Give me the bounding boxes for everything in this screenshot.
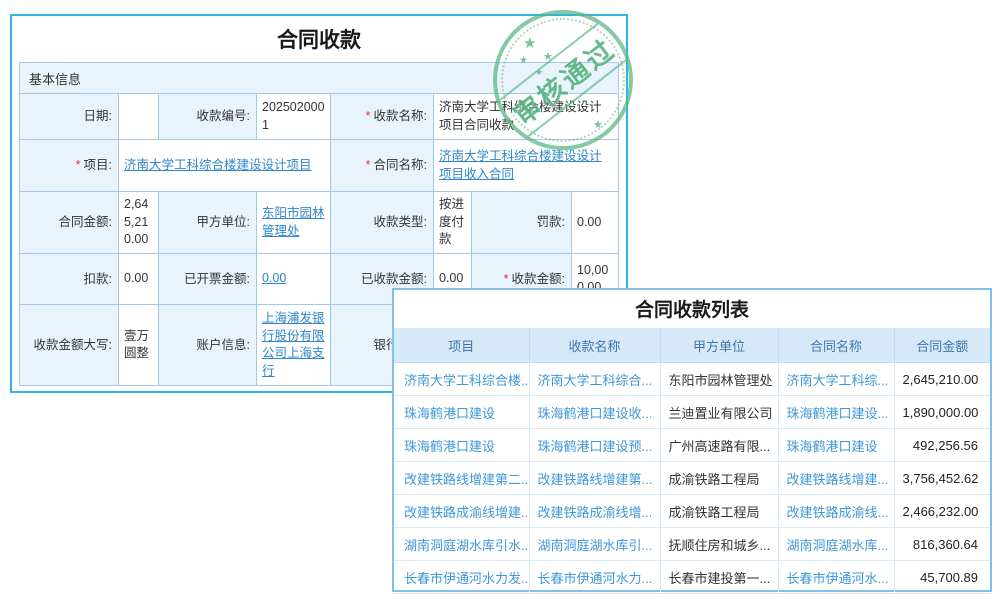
column-header: 项目: [394, 328, 529, 363]
invoiced-amount-link[interactable]: 0.00: [262, 270, 286, 288]
receipt-name-label: *收款名称:: [331, 94, 433, 139]
receipt-type-value: 按进度付款: [434, 192, 471, 253]
contract-amount-value: 2,645,210.00: [119, 192, 158, 253]
table-cell: 成渝铁路工程局: [660, 495, 778, 528]
column-header: 合同金额: [894, 328, 990, 363]
party-a-link[interactable]: 东阳市园林管理处: [262, 205, 325, 240]
table-row: 改建铁路成渝线增建...改建铁路成渝线增...成渝铁路工程局改建铁路成渝线...…: [394, 495, 990, 528]
table-cell: 45,700.89: [894, 561, 990, 594]
form-title: 合同收款: [12, 16, 626, 62]
deduction-value: 0.00: [119, 254, 158, 304]
table-cell-link[interactable]: 济南大学工科综合...: [529, 363, 660, 396]
table-row: 济南大学工科综合楼...济南大学工科综合...东阳市园林管理处济南大学工科综..…: [394, 363, 990, 396]
account-info-link[interactable]: 上海浦发银行股份有限公司上海支行: [262, 310, 325, 380]
project-label: *项目:: [20, 140, 118, 191]
party-a-label: 甲方单位:: [159, 192, 256, 253]
receipt-type-label: 收款类型:: [331, 192, 433, 253]
table-cell-link[interactable]: 珠海鹤港口建设: [394, 429, 529, 462]
required-marker: *: [504, 271, 509, 287]
account-info-value: 上海浦发银行股份有限公司上海支行: [257, 305, 330, 385]
table-cell-link[interactable]: 长春市伊通河水...: [778, 561, 894, 594]
table-cell-link[interactable]: 珠海鹤港口建设: [778, 429, 894, 462]
table-cell: 3,756,452.62: [894, 462, 990, 495]
table-cell-link[interactable]: 长春市伊通河水力...: [529, 561, 660, 594]
contract-amount-label: 合同金额:: [20, 192, 118, 253]
column-header: 甲方单位: [660, 328, 778, 363]
receipt-name-value: 济南大学工科综合楼建设设计项目合同收款: [434, 94, 618, 139]
table-cell-link[interactable]: 改建铁路成渝线增...: [529, 495, 660, 528]
table-cell: 816,360.64: [894, 528, 990, 561]
project-link[interactable]: 济南大学工科综合楼建设设计项目: [124, 157, 312, 175]
table-row: 珠海鹤港口建设珠海鹤港口建设收...兰迪置业有限公司珠海鹤港口建设...1,89…: [394, 396, 990, 429]
table-cell-link[interactable]: 改建铁路线增建第二...: [394, 462, 529, 495]
column-header: 收款名称: [529, 328, 660, 363]
contract-receipt-list-panel: 合同收款列表 项目收款名称甲方单位合同名称合同金额 济南大学工科综合楼...济南…: [392, 288, 992, 592]
penalty-value: 0.00: [572, 192, 618, 253]
table-cell-link[interactable]: 改建铁路线增建...: [778, 462, 894, 495]
table-cell: 2,466,232.00: [894, 495, 990, 528]
contract-receipt-table: 项目收款名称甲方单位合同名称合同金额 济南大学工科综合楼...济南大学工科综合.…: [394, 328, 990, 594]
table-cell-link[interactable]: 改建铁路成渝线增建...: [394, 495, 529, 528]
project-value: 济南大学工科综合楼建设设计项目: [119, 140, 330, 191]
required-marker: *: [366, 108, 371, 124]
party-a-value: 东阳市园林管理处: [257, 192, 330, 253]
penalty-label: 罚款:: [472, 192, 571, 253]
table-cell: 2,645,210.00: [894, 363, 990, 396]
table-cell-link[interactable]: 珠海鹤港口建设收...: [529, 396, 660, 429]
table-cell-link[interactable]: 改建铁路线增建第...: [529, 462, 660, 495]
account-info-label: 账户信息:: [159, 305, 256, 385]
table-cell: 长春市建投第一...: [660, 561, 778, 594]
deduction-label: 扣款:: [20, 254, 118, 304]
table-cell: 广州高速路有限...: [660, 429, 778, 462]
list-title: 合同收款列表: [394, 290, 990, 328]
required-marker: *: [366, 157, 371, 173]
amount-in-words-label: 收款金额大写:: [20, 305, 118, 385]
table-cell-link[interactable]: 湖南洞庭湖水库...: [778, 528, 894, 561]
table-cell-link[interactable]: 改建铁路成渝线...: [778, 495, 894, 528]
table-cell: 1,890,000.00: [894, 396, 990, 429]
table-row: 长春市伊通河水力发...长春市伊通河水力...长春市建投第一...长春市伊通河水…: [394, 561, 990, 594]
table-row: 改建铁路线增建第二...改建铁路线增建第...成渝铁路工程局改建铁路线增建...…: [394, 462, 990, 495]
table-cell-link[interactable]: 珠海鹤港口建设预...: [529, 429, 660, 462]
date-label: 日期:: [20, 94, 118, 139]
table-cell: 兰迪置业有限公司: [660, 396, 778, 429]
table-cell-link[interactable]: 珠海鹤港口建设...: [778, 396, 894, 429]
required-marker: *: [76, 157, 81, 173]
table-cell: 492,256.56: [894, 429, 990, 462]
contract-name-label: *合同名称:: [331, 140, 433, 191]
amount-in-words-value: 壹万圆整: [119, 305, 158, 385]
receipt-no-label: 收款编号:: [159, 94, 256, 139]
invoiced-amount-label: 已开票金额:: [159, 254, 256, 304]
table-cell: 东阳市园林管理处: [660, 363, 778, 396]
section-header-basic-info: 基本信息: [20, 63, 618, 93]
table-cell-link[interactable]: 湖南洞庭湖水库引...: [529, 528, 660, 561]
table-cell-link[interactable]: 珠海鹤港口建设: [394, 396, 529, 429]
table-row: 湖南洞庭湖水库引水...湖南洞庭湖水库引...抚顺住房和城乡...湖南洞庭湖水库…: [394, 528, 990, 561]
receipt-no-value: 2025020001: [257, 94, 330, 139]
date-value: [119, 94, 158, 139]
table-cell-link[interactable]: 湖南洞庭湖水库引水...: [394, 528, 529, 561]
invoiced-amount-value: 0.00: [257, 254, 330, 304]
column-header: 合同名称: [778, 328, 894, 363]
table-header-row: 项目收款名称甲方单位合同名称合同金额: [394, 328, 990, 363]
table-cell-link[interactable]: 长春市伊通河水力发...: [394, 561, 529, 594]
contract-name-value: 济南大学工科综合楼建设设计项目收入合同: [434, 140, 618, 191]
table-cell-link[interactable]: 济南大学工科综...: [778, 363, 894, 396]
table-cell-link[interactable]: 济南大学工科综合楼...: [394, 363, 529, 396]
contract-name-link[interactable]: 济南大学工科综合楼建设设计项目收入合同: [439, 148, 613, 183]
table-row: 珠海鹤港口建设珠海鹤港口建设预...广州高速路有限...珠海鹤港口建设492,2…: [394, 429, 990, 462]
table-cell: 抚顺住房和城乡...: [660, 528, 778, 561]
table-cell: 成渝铁路工程局: [660, 462, 778, 495]
